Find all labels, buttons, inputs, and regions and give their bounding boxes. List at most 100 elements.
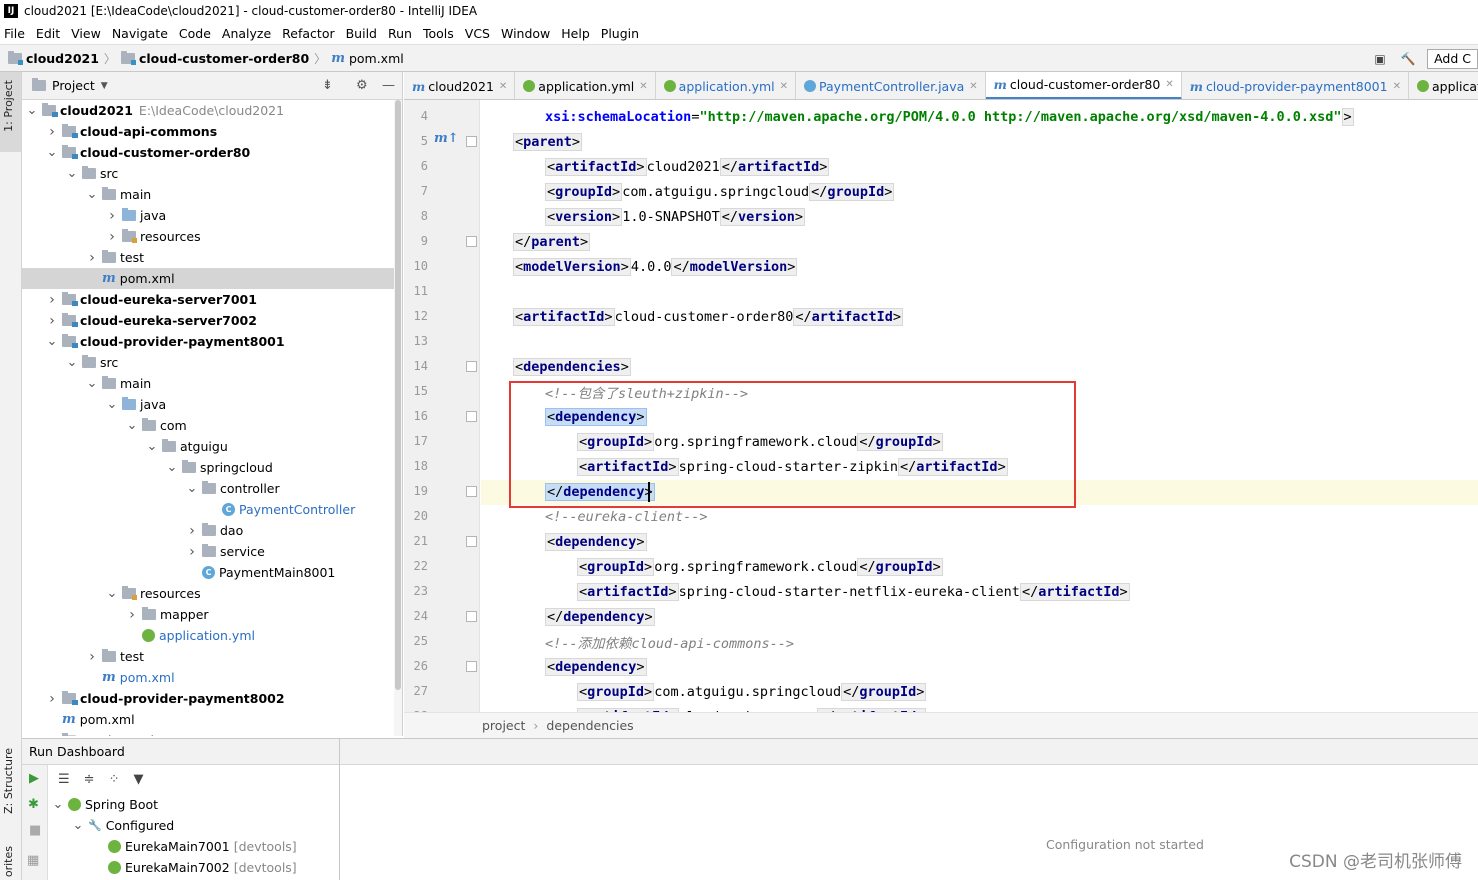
filter-icon[interactable]: ▼ [133,772,143,787]
fold-marker-icon[interactable] [466,536,477,547]
chevron-right-icon[interactable]: › [86,649,98,665]
tree-item[interactable]: C PaymentController [22,499,394,520]
nav-crumb-project[interactable]: cloud2021 [8,50,99,66]
editor-tab[interactable]: application.yml ✕ [656,72,797,99]
close-icon[interactable]: ✕ [1165,79,1173,90]
chevron-down-icon[interactable]: ⌄ [46,335,58,348]
chevron-down-icon[interactable]: ⌄ [66,356,78,369]
menu-refactor[interactable]: Refactor [282,26,334,41]
editor-tab[interactable]: PaymentController.java ✕ [796,72,986,99]
tree-item[interactable]: m pom.xml [22,709,394,730]
tree-item[interactable]: ⌄ main [22,184,394,205]
dashboard-tree-item[interactable]: ⌄ 🔧 Configured [72,815,175,836]
fold-marker-icon[interactable] [466,361,477,372]
close-icon[interactable]: ✕ [1393,81,1401,92]
fold-marker-icon[interactable] [466,411,477,422]
editor-tab[interactable]: application.yml [1409,72,1478,99]
chevron-down-icon[interactable]: ⌄ [66,167,78,180]
chevron-down-icon[interactable]: ⌄ [72,819,84,832]
tree-item[interactable]: m pom.xml [22,268,394,289]
menu-view[interactable]: View [71,26,101,41]
chevron-down-icon[interactable]: ⌄ [46,146,58,159]
tree-item[interactable]: › dao [22,520,394,541]
editor-tab[interactable]: m cloud-customer-order80 ✕ [985,72,1182,99]
tree-item[interactable]: ⌄ cloud-customer-order80 [22,142,394,163]
editor-tab[interactable]: m cloud2021 ✕ [404,72,516,99]
fold-marker-icon[interactable] [466,136,477,147]
chevron-right-icon[interactable]: › [46,292,58,308]
menu-edit[interactable]: Edit [36,26,60,41]
close-icon[interactable]: ✕ [969,81,977,92]
chevron-right-icon[interactable]: › [106,229,118,245]
chevron-right-icon[interactable]: › [46,124,58,140]
chevron-down-icon[interactable]: ⌄ [86,188,98,201]
nav-crumb-module[interactable]: cloud-customer-order80 [120,50,309,66]
fold-marker-icon[interactable] [466,661,477,672]
menu-file[interactable]: File [4,26,25,41]
chevron-right-icon[interactable]: › [86,250,98,266]
tree-item[interactable]: C PaymentMain8001 [22,562,394,583]
chevron-down-icon[interactable]: ⌄ [52,798,64,811]
chevron-down-icon[interactable]: ⌄ [146,440,158,453]
menu-tools[interactable]: Tools [423,26,454,41]
menu-code[interactable]: Code [179,26,211,41]
nav-crumb-file[interactable]: m pom.xml [331,51,404,66]
editor-tab[interactable]: application.yml ✕ [515,72,656,99]
tree-item[interactable]: application.yml [22,625,394,646]
run-window-icon[interactable]: ▣ [1371,50,1389,68]
hide-panel-icon[interactable]: — [382,78,395,93]
gear-icon[interactable]: ⚙ [356,78,368,93]
chevron-right-icon[interactable]: › [46,691,58,707]
menu-plugin[interactable]: Plugin [601,26,639,41]
project-tool-tab[interactable]: 1: Project [2,80,15,132]
tree-item[interactable]: ⌄ springcloud [22,457,394,478]
collapse-all-icon[interactable]: ⇟ [322,78,333,93]
tree-item[interactable]: › test [22,646,394,667]
chevron-right-icon[interactable]: › [106,208,118,224]
chevron-down-icon[interactable]: ⌄ [106,398,118,411]
chevron-down-icon[interactable]: ▼ [101,81,108,91]
chevron-down-icon[interactable]: ⌄ [186,482,198,495]
tree-item[interactable]: ⌄ resources [22,583,394,604]
tree-item[interactable]: › service [22,541,394,562]
chevron-down-icon[interactable]: ⌄ [86,377,98,390]
menu-vcs[interactable]: VCS [465,26,490,41]
tree-item[interactable]: ReadMe.md [22,730,394,736]
chevron-down-icon[interactable]: ⌄ [106,587,118,600]
menu-analyze[interactable]: Analyze [222,26,271,41]
project-view-selector[interactable]: Project [52,78,95,93]
tree-item[interactable]: ⌄ src [22,163,394,184]
code-editor[interactable]: 4 5 6 7 8 9 10 11 12 13 14 15 16 17 18 19 20 21 22 23 24 25 26… [404,100,1478,712]
tree-item[interactable]: › cloud-provider-payment8002 [22,688,394,709]
chevron-right-icon[interactable]: › [186,523,198,539]
menu-navigate[interactable]: Navigate [112,26,168,41]
tree-item[interactable]: › java [22,205,394,226]
chevron-down-icon[interactable]: ⌄ [26,104,38,117]
structure-tool-tab[interactable]: Z: Structure [2,748,15,814]
chevron-down-icon[interactable]: ⌄ [166,461,178,474]
chevron-right-icon[interactable]: › [186,544,198,560]
tree-item[interactable]: ⌄ controller [22,478,394,499]
tree-item[interactable]: ⌄ java [22,394,394,415]
scrollbar-thumb[interactable] [395,100,401,690]
fold-marker-icon[interactable] [466,486,477,497]
tree-item[interactable]: ⌄ main [22,373,394,394]
project-scrollbar[interactable] [394,100,402,736]
debug-icon[interactable]: ✱ [28,797,39,812]
close-icon[interactable]: ✕ [780,81,788,92]
menu-build[interactable]: Build [346,26,377,41]
tree-item[interactable]: ⌄ src [22,352,394,373]
menu-window[interactable]: Window [501,26,550,41]
menu-help[interactable]: Help [561,26,590,41]
tree-item[interactable]: › cloud-eureka-server7002 [22,310,394,331]
layout-icon[interactable]: ▦ [27,853,39,868]
fold-marker-icon[interactable] [466,236,477,247]
close-icon[interactable]: ✕ [639,81,647,92]
chevron-right-icon[interactable]: › [126,607,138,623]
tree-item[interactable]: › resources [22,226,394,247]
expand-all-icon[interactable]: ☰ [58,772,70,787]
dashboard-tree-item[interactable]: EurekaMain7002 [devtools] [92,857,297,878]
collapse-all-icon[interactable]: ≑ [84,772,95,787]
dashboard-tree-item[interactable]: ⌄ Spring Boot [52,794,159,815]
breadcrumb-dependencies[interactable]: dependencies [546,718,633,733]
